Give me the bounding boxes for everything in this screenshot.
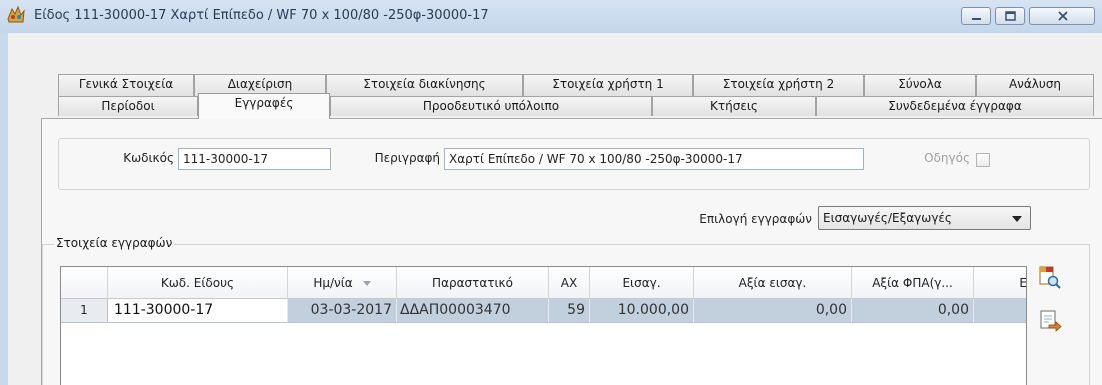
description-label: Περιγραφή <box>374 151 440 165</box>
column-header-document[interactable]: Παραστατικό <box>397 267 549 299</box>
chevron-down-icon <box>1012 216 1022 222</box>
window-title: Είδος 111-30000-17 Χαρτί Επίπεδο / WF 70… <box>34 8 489 23</box>
records-select[interactable]: Εισαγωγές/Εξαγωγές <box>818 206 1031 230</box>
title-bar[interactable]: Είδος 111-30000-17 Χαρτί Επίπεδο / WF 70… <box>0 0 1102 33</box>
column-header-extra[interactable]: E <box>974 267 1026 299</box>
app-icon <box>7 5 25 23</box>
records-select-value: Εισαγωγές/Εξαγωγές <box>823 211 952 225</box>
tab-progressive-balance[interactable]: Προοδευτικό υπόλοιπο <box>330 96 652 116</box>
column-header-date[interactable]: Ημ/νία <box>288 267 397 299</box>
guide-checkbox[interactable] <box>976 153 990 167</box>
cell-item-code[interactable]: 111-30000-17 <box>108 299 288 323</box>
sort-descending-icon <box>362 281 371 286</box>
grid-header: Κωδ. Είδους Ημ/νία Παραστατικό ΑΧ Εισαγ.… <box>61 267 1026 299</box>
records-group-legend: Στοιχεία εγγραφών <box>54 236 175 250</box>
export-document-icon <box>1040 310 1062 332</box>
cell-vat-value[interactable]: 0,00 <box>852 299 974 323</box>
records-select-label: Επιλογή εγγραφών <box>699 212 812 226</box>
code-label: Κωδικός <box>123 151 174 165</box>
search-document-icon <box>1039 266 1061 289</box>
column-header-import-value[interactable]: Αξία εισαγ. <box>694 267 852 299</box>
cell-document[interactable]: ΔΔΑΠ00003470 <box>397 299 549 323</box>
guide-label: Οδηγός <box>924 151 970 165</box>
records-grid[interactable]: Κωδ. Είδους Ημ/νία Παραστατικό ΑΧ Εισαγ.… <box>60 266 1027 385</box>
code-field[interactable]: 111-30000-17 <box>178 148 331 170</box>
tab-periods[interactable]: Περίοδοι <box>58 96 198 116</box>
column-header-import-qty[interactable]: Εισαγ. <box>590 267 694 299</box>
close-icon <box>1058 11 1068 21</box>
maximize-icon <box>1005 11 1016 21</box>
cell-import-value[interactable]: 0,00 <box>694 299 852 323</box>
minimize-icon <box>972 18 981 20</box>
application-window: Είδος 111-30000-17 Χαρτί Επίπεδο / WF 70… <box>0 0 1102 385</box>
row-number: 1 <box>61 299 108 323</box>
tab-acquisitions[interactable]: Κτήσεις <box>652 96 816 116</box>
cell-import-qty[interactable]: 10.000,00 <box>590 299 694 323</box>
tab-movement-data[interactable]: Στοιχεία διακίνησης <box>326 74 523 96</box>
column-header-ax[interactable]: ΑΧ <box>549 267 590 299</box>
tab-linked-documents[interactable]: Συνδεδεμένα έγγραφα <box>816 96 1094 116</box>
tab-general-info[interactable]: Γενικά Στοιχεία <box>58 74 194 96</box>
find-document-button[interactable] <box>1036 264 1062 290</box>
table-row[interactable]: 1 111-30000-17 03-03-2017 ΔΔΑΠ00003470 5… <box>61 299 1026 323</box>
column-header-item-code[interactable]: Κωδ. Είδους <box>108 267 288 299</box>
tab-user-data-2[interactable]: Στοιχεία χρήστη 2 <box>693 74 864 96</box>
grid-header-corner <box>61 267 108 299</box>
cell-ax[interactable]: 59 <box>549 299 590 323</box>
column-header-vat-value[interactable]: Αξία ΦΠΑ(γ... <box>852 267 974 299</box>
close-button[interactable] <box>1029 7 1095 25</box>
maximize-button[interactable] <box>995 7 1025 25</box>
tab-totals[interactable]: Σύνολα <box>864 74 976 96</box>
tab-user-data-1[interactable]: Στοιχεία χρήστη 1 <box>523 74 693 96</box>
column-header-date-label: Ημ/νία <box>313 276 353 290</box>
minimize-button[interactable] <box>961 7 991 25</box>
export-document-button[interactable] <box>1036 307 1062 333</box>
cell-extra[interactable] <box>974 299 1026 323</box>
tab-records[interactable]: Εγγραφές <box>198 93 330 119</box>
description-field[interactable]: Χαρτί Επίπεδο / WF 70 x 100/80 -250φ-300… <box>444 148 864 170</box>
tab-analysis[interactable]: Ανάλυση <box>976 74 1094 96</box>
cell-date[interactable]: 03-03-2017 <box>288 299 397 323</box>
